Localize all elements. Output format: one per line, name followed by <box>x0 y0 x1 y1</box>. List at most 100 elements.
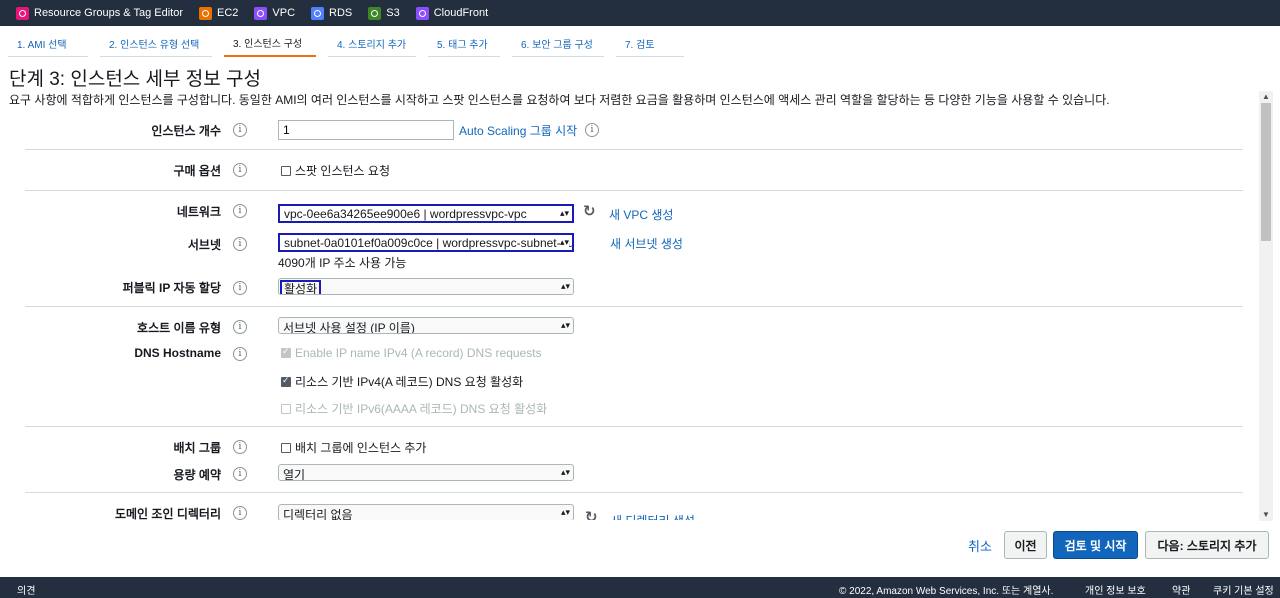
network-select[interactable]: vpc-0ee6a34265ee900e6 | wordpressvpc-vpc… <box>278 204 574 223</box>
wizard-step-review[interactable]: 7. 검토 <box>616 30 684 57</box>
autoscaling-link[interactable]: Auto Scaling 그룹 시작 <box>459 122 577 139</box>
favorites-bar: Resource Groups & Tag Editor EC2 VPC RDS… <box>0 0 1280 26</box>
purchase-option-label: 구매 옵션 <box>173 164 222 178</box>
wizard-step-tags[interactable]: 5. 태그 추가 <box>428 30 500 57</box>
favorite-vpc[interactable]: VPC <box>254 6 296 20</box>
info-icon[interactable]: i <box>233 347 247 361</box>
favorite-rds[interactable]: RDS <box>311 6 352 20</box>
checkbox-box[interactable] <box>281 442 291 453</box>
divider <box>25 306 1243 307</box>
select-value: 열기 <box>283 468 306 481</box>
ec2-icon <box>198 6 212 20</box>
network-label: 네트워크 <box>176 205 221 219</box>
select-arrow-icon: ▴▾ <box>559 208 569 218</box>
info-icon[interactable]: i <box>233 320 247 334</box>
info-icon[interactable]: i <box>233 440 247 454</box>
checkbox-box[interactable] <box>281 375 291 387</box>
select-value: 활성화 <box>280 280 322 294</box>
info-icon[interactable]: i <box>233 123 247 137</box>
instance-count-input[interactable] <box>278 120 454 140</box>
checkbox-label: 리소스 기반 IPv6(AAAA 레코드) DNS 요청 활성화 <box>295 402 548 416</box>
select-arrow-icon: ▴▾ <box>560 320 570 330</box>
favorite-cloudfront[interactable]: CloudFront <box>415 6 488 20</box>
rds-icon <box>311 6 325 20</box>
divider <box>25 190 1243 191</box>
dns-ipv4-resource-checkbox[interactable]: 리소스 기반 IPv4(A 레코드) DNS 요청 활성화 <box>281 373 523 390</box>
favorite-s3[interactable]: S3 <box>368 6 400 20</box>
scrollbar-thumb[interactable] <box>1261 103 1271 241</box>
divider <box>25 426 1243 427</box>
feedback-link[interactable]: 의견 <box>17 582 35 597</box>
wizard-steps: 1. AMI 선택 2. 인스턴스 유형 선택 3. 인스턴스 구성 4. 스토… <box>8 30 696 57</box>
info-icon[interactable]: i <box>233 237 247 251</box>
domain-join-label: 도메인 조인 디렉터리 <box>114 507 221 520</box>
cloudfront-icon <box>415 6 429 20</box>
select-arrow-icon: ▴▾ <box>560 281 570 291</box>
refresh-icon[interactable]: ↻ <box>583 204 599 220</box>
select-value: subnet-0a0101ef0a009c0ce | wordpressvpc-… <box>284 236 574 250</box>
scroll-up-icon[interactable]: ▲ <box>1259 91 1273 103</box>
create-directory-link[interactable]: 새 디렉터리 생성 <box>611 512 695 520</box>
footer: 의견 © 2022, Amazon Web Services, Inc. 또는 … <box>0 577 1280 598</box>
resource-groups-icon <box>16 6 29 20</box>
info-icon[interactable]: i <box>233 204 247 218</box>
favorite-label: Resource Groups & Tag Editor <box>34 7 183 19</box>
checkbox-box[interactable] <box>281 403 291 414</box>
capacity-reservation-label: 용량 예약 <box>173 468 222 482</box>
review-and-launch-button[interactable]: 검토 및 시작 <box>1053 531 1138 559</box>
previous-button[interactable]: 이전 <box>1004 531 1047 559</box>
select-value: 디렉터리 없음 <box>283 508 353 520</box>
capacity-reservation-select[interactable]: 열기 ▴▾ <box>278 464 574 481</box>
favorite-resource-groups[interactable]: Resource Groups & Tag Editor <box>16 6 183 20</box>
form-scrollbar[interactable]: ▲ ▼ <box>1259 91 1273 521</box>
wizard-step-ami[interactable]: 1. AMI 선택 <box>8 30 88 57</box>
create-subnet-link[interactable]: 새 서브넷 생성 <box>610 235 683 252</box>
next-add-storage-button[interactable]: 다음: 스토리지 추가 <box>1145 531 1269 559</box>
cookie-preferences-link[interactable]: 쿠키 기본 설정 <box>1213 582 1274 597</box>
refresh-icon[interactable]: ↻ <box>585 510 601 521</box>
privacy-link[interactable]: 개인 정보 보호 <box>1085 582 1146 597</box>
placement-group-checkbox[interactable]: 배치 그룹에 인스턴스 추가 <box>281 439 426 456</box>
favorite-ec2[interactable]: EC2 <box>198 6 239 20</box>
public-ip-label: 퍼블릭 IP 자동 할당 <box>122 281 221 295</box>
scroll-down-icon[interactable]: ▼ <box>1259 509 1273 521</box>
select-arrow-icon: ▴▾ <box>560 467 570 477</box>
info-icon[interactable]: i <box>233 281 247 295</box>
dns-ipv4-ipname-checkbox[interactable]: Enable IP name IPv4 (A record) DNS reque… <box>281 346 542 360</box>
divider <box>25 149 1243 150</box>
wizard-step-storage[interactable]: 4. 스토리지 추가 <box>328 30 416 57</box>
hostname-type-label: 호스트 이름 유형 <box>137 321 221 335</box>
public-ip-select[interactable]: 활성화 ▴▾ <box>278 278 574 295</box>
placement-group-label: 배치 그룹 <box>173 441 222 455</box>
checkbox-label: 스팟 인스턴스 요청 <box>295 164 390 178</box>
checkbox-box[interactable] <box>281 346 291 358</box>
spot-instance-checkbox[interactable]: 스팟 인스턴스 요청 <box>281 162 390 179</box>
info-icon[interactable]: i <box>233 506 247 520</box>
subnet-select[interactable]: subnet-0a0101ef0a009c0ce | wordpressvpc-… <box>278 233 574 252</box>
favorite-label: S3 <box>386 7 400 19</box>
dns-hostname-label: DNS Hostname <box>134 346 221 360</box>
favorite-label: EC2 <box>216 7 239 19</box>
wizard-step-security-group[interactable]: 6. 보안 그룹 구성 <box>512 30 604 57</box>
domain-join-select[interactable]: 디렉터리 없음 ▴▾ <box>278 504 574 520</box>
info-icon[interactable]: i <box>233 163 247 177</box>
create-vpc-link[interactable]: 새 VPC 생성 <box>609 206 673 223</box>
divider <box>25 492 1243 493</box>
select-arrow-icon: ▴▾ <box>560 507 570 517</box>
wizard-step-configure[interactable]: 3. 인스턴스 구성 <box>224 30 316 57</box>
favorite-label: VPC <box>272 7 296 19</box>
select-value: 서브넷 사용 설정 (IP 이름) <box>283 321 415 334</box>
hostname-type-select[interactable]: 서브넷 사용 설정 (IP 이름) ▴▾ <box>278 317 574 334</box>
page-title: 단계 3: 인스턴스 세부 정보 구성 <box>9 69 262 90</box>
wizard-step-instance-type[interactable]: 2. 인스턴스 유형 선택 <box>100 30 212 57</box>
configure-form: 인스턴스 개수 i Auto Scaling 그룹 시작 i 구매 옵션 i 스… <box>0 106 1258 520</box>
terms-link[interactable]: 약관 <box>1172 582 1190 597</box>
info-icon[interactable]: i <box>233 467 247 481</box>
cancel-button[interactable]: 취소 <box>962 531 998 559</box>
checkbox-label: 배치 그룹에 인스턴스 추가 <box>295 441 427 455</box>
checkbox-label: Enable IP name IPv4 (A record) DNS reque… <box>295 346 542 360</box>
info-icon[interactable]: i <box>585 123 599 137</box>
dns-ipv6-resource-checkbox[interactable]: 리소스 기반 IPv6(AAAA 레코드) DNS 요청 활성화 <box>281 400 547 417</box>
instance-count-label: 인스턴스 개수 <box>151 124 221 138</box>
checkbox-box[interactable] <box>281 165 291 176</box>
